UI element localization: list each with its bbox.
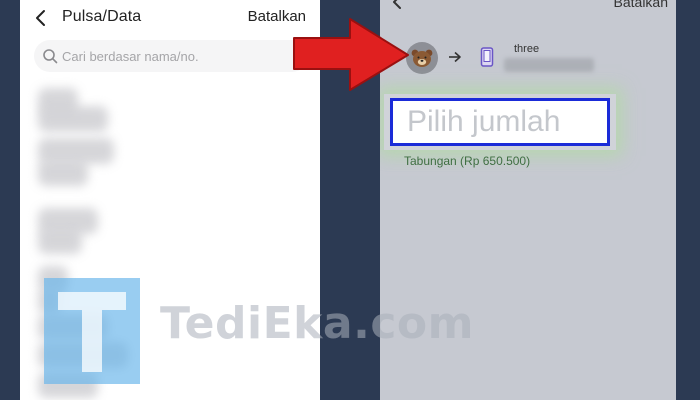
page-title: Pulsa/Data bbox=[62, 8, 142, 25]
blurred-phone-number bbox=[504, 58, 594, 72]
search-box[interactable] bbox=[34, 40, 308, 72]
contact-item[interactable] bbox=[38, 228, 82, 254]
balance-label: Tabungan (Rp 650.500) bbox=[404, 154, 531, 168]
watermark: TediEka.com bbox=[44, 278, 473, 388]
watermark-logo-icon bbox=[58, 292, 126, 372]
pointer-arrow-icon bbox=[293, 18, 409, 91]
phone-icon bbox=[480, 47, 494, 67]
chevron-left-icon[interactable] bbox=[390, 0, 404, 10]
bear-icon bbox=[411, 49, 433, 67]
cancel-button[interactable]: Batalkan bbox=[614, 0, 668, 10]
amount-field-highlight bbox=[384, 94, 616, 150]
search-input[interactable] bbox=[62, 40, 302, 72]
watermark-text: TediEka.com bbox=[160, 298, 474, 349]
left-header: Pulsa/Data Batalkan bbox=[20, 0, 320, 36]
contact-item[interactable] bbox=[38, 106, 108, 132]
contact-item[interactable] bbox=[38, 160, 88, 186]
amount-input[interactable] bbox=[390, 98, 610, 146]
operator-name: three bbox=[514, 43, 540, 55]
arrow-right-icon bbox=[449, 51, 461, 63]
chevron-left-icon[interactable] bbox=[34, 9, 50, 27]
watermark-logo bbox=[44, 278, 140, 384]
search-icon bbox=[43, 49, 58, 64]
